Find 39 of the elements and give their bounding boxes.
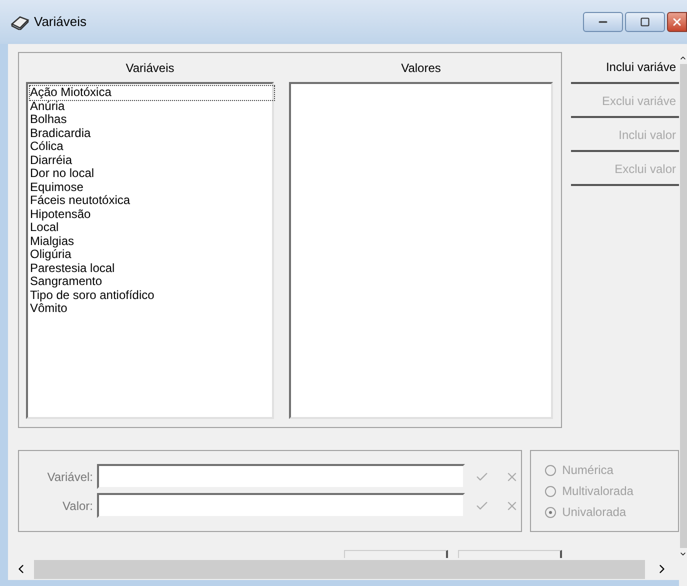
window-title: Variáveis xyxy=(34,13,87,32)
maximize-button[interactable] xyxy=(625,12,665,32)
column-heading: Variáveis xyxy=(124,60,176,77)
list-item[interactable]: Vômito xyxy=(30,302,274,316)
list-item[interactable]: Equimose xyxy=(30,180,274,194)
close-icon xyxy=(671,16,683,28)
minimize-button[interactable] xyxy=(583,12,623,32)
values-list[interactable] xyxy=(289,82,553,419)
field-label: Variável: xyxy=(46,468,93,486)
scrollbar-thumb[interactable] xyxy=(680,64,686,548)
list-item[interactable]: Oligúria xyxy=(30,248,274,262)
text-field[interactable] xyxy=(97,464,465,489)
list-item[interactable]: Hipotensão xyxy=(30,208,274,221)
radio-label: Multivalorada xyxy=(562,483,634,500)
list-item[interactable]: Diarréia xyxy=(30,154,274,167)
list-item[interactable]: Dor no local xyxy=(30,167,274,180)
list-item[interactable]: Sangramento xyxy=(30,275,274,288)
list-item[interactable]: Ação Miotóxica xyxy=(30,86,274,100)
field-label: Valor: xyxy=(62,498,93,514)
list-item[interactable]: Mialgias xyxy=(30,234,274,248)
text-field[interactable] xyxy=(97,493,465,518)
scrollbar-thumb[interactable] xyxy=(34,560,645,578)
list-item[interactable]: Anúria xyxy=(30,100,274,113)
variables-list[interactable]: Ação Miotóxica Anúria Bolhas Bradicardia Cólica Diarréia Dor no local Equimose Fáceis neutotóxica Hipotensão Local Mialgias Oligúria Parestesia local Sangramento Tipo de soro antiofídico Vômito xyxy=(26,82,274,419)
list-item[interactable]: Tipo de soro antiofídico xyxy=(30,288,274,302)
scroll-up-icon[interactable] xyxy=(679,54,687,62)
notepad-icon xyxy=(10,14,30,30)
list-item[interactable]: Bolhas xyxy=(30,113,274,126)
list-item[interactable]: Cólica xyxy=(30,140,274,154)
scroll-down-icon[interactable] xyxy=(679,550,687,558)
list-item[interactable]: Local xyxy=(30,221,274,234)
column-heading: Valores xyxy=(400,60,442,77)
maximize-icon xyxy=(640,17,650,27)
radio-label: Univalorada xyxy=(562,504,626,521)
radio-label: Numérica xyxy=(562,462,614,479)
close-button[interactable] xyxy=(667,12,687,32)
list-item[interactable]: Bradicardia xyxy=(30,126,274,140)
list-item[interactable]: Fáceis neutotóxica xyxy=(30,194,274,208)
list-item[interactable]: Parestesia local xyxy=(30,262,274,275)
